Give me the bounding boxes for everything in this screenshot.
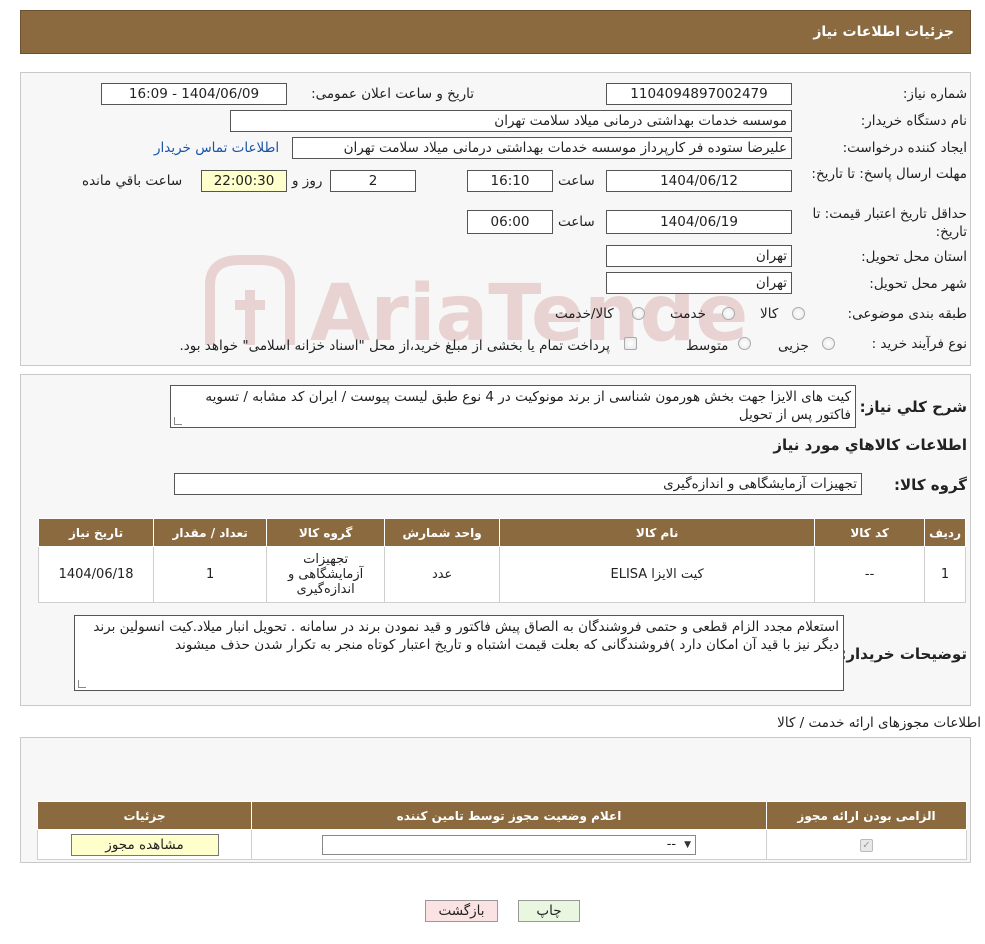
category-both-label: کالا/خدمت — [555, 306, 614, 322]
cell-qty: 1 — [153, 546, 268, 603]
resize-handle-icon[interactable] — [78, 680, 86, 688]
buyer-notes-text: استعلام مجدد الزام قطعی و حتمی فروشندگان… — [93, 619, 839, 653]
goods-group-label: گروه کالا: — [894, 476, 967, 494]
category-service-radio[interactable] — [722, 307, 735, 320]
goods-table-header: رديف کد کالا نام کالا واحد شمارش گروه کا… — [37, 518, 966, 547]
resize-handle-icon[interactable] — [174, 417, 182, 425]
announce-field: 1404/06/09 - 16:09 — [101, 83, 287, 105]
description-label: شرح کلي نياز: — [859, 398, 967, 416]
buyer-notes-textarea: استعلام مجدد الزام قطعی و حتمی فروشندگان… — [74, 615, 844, 691]
province-field: تهران — [606, 245, 792, 267]
chevron-down-icon: ▼ — [684, 839, 691, 850]
permit-status-cell: -- ▼ — [251, 829, 767, 860]
days-label: روز و — [292, 173, 323, 189]
need-number-field: 1104094897002479 — [606, 83, 792, 105]
process-note: پرداخت تمام یا بخشی از مبلغ خرید،از محل … — [179, 338, 610, 354]
page-title: جزئیات اطلاعات نیاز — [813, 24, 954, 40]
permits-table: الزامی بودن ارائه مجوز اعلام وضعیت مجوز … — [37, 801, 967, 860]
description-text: کیت های الایزا جهت بخش هورمون شناسی از ب… — [205, 389, 851, 423]
col-row: رديف — [924, 518, 966, 547]
validity-time-field: 06:00 — [467, 210, 553, 234]
col-name: نام کالا — [499, 518, 816, 547]
col-qty: تعداد / مقدار — [153, 518, 268, 547]
category-service-label: خدمت — [670, 306, 706, 322]
permit-details-cell: مشاهده مجوز — [37, 829, 252, 860]
col-group: گروه کالا — [266, 518, 386, 547]
deadline-label-text: مهلت ارسال پاسخ: تا تاریخ: — [811, 166, 967, 182]
days-field: 2 — [330, 170, 416, 192]
validity-date-field: 1404/06/19 — [606, 210, 792, 234]
process-minor-label: جزیی — [778, 338, 809, 354]
permit-status-select[interactable]: -- ▼ — [322, 834, 696, 855]
cell-row: 1 — [924, 546, 966, 603]
province-label: استان محل تحویل: — [861, 249, 967, 265]
category-label: طبقه بندی موضوعی: — [847, 306, 967, 322]
col-permit-status: اعلام وضعیت مجوز توسط تامین کننده — [251, 801, 767, 830]
buyer-contact-link[interactable]: اطلاعات تماس خریدار — [154, 140, 279, 156]
process-medium-radio[interactable] — [738, 337, 751, 350]
process-minor-radio[interactable] — [822, 337, 835, 350]
cell-date: 1404/06/18 — [37, 546, 155, 603]
table-row: 1 -- کیت الایزا ELISA عدد تجهیزات آزمایش… — [37, 546, 966, 603]
cell-name: کیت الایزا ELISA — [499, 546, 816, 603]
col-permit-details: جزئیات — [37, 801, 252, 830]
buyer-org-field: موسسه خدمات بهداشتی درمانی میلاد سلامت ت… — [230, 110, 792, 132]
requester-label: ایجاد کننده درخواست: — [842, 140, 967, 156]
deadline-time-field: 16:10 — [467, 170, 553, 192]
goods-section-title: اطلاعات کالاهاي مورد نياز — [773, 436, 967, 454]
cell-code: -- — [814, 546, 926, 603]
permits-table-header: الزامی بودن ارائه مجوز اعلام وضعیت مجوز … — [37, 801, 967, 830]
remaining-time-field: 22:00:30 — [201, 170, 287, 192]
process-label: نوع فرآیند خرید : — [871, 336, 967, 352]
goods-group-field: تجهیزات آزمایشگاهی و اندازه‌گیری — [174, 473, 862, 495]
deadline-label: مهلت ارسال پاسخ: تا تاریخ: — [807, 165, 967, 183]
col-code: کد کالا — [814, 518, 926, 547]
city-field: تهران — [606, 272, 792, 294]
category-goods-label: کالا — [760, 306, 779, 322]
buyer-org-label: نام دستگاه خریدار: — [860, 113, 967, 129]
table-row: ✓ -- ▼ مشاهده مجوز — [37, 829, 967, 860]
need-number-label: شماره نیاز: — [902, 86, 967, 102]
treasury-checkbox[interactable] — [624, 337, 637, 350]
cell-group: تجهیزات آزمایشگاهی و اندازه‌گیری — [266, 546, 386, 603]
col-permit-required: الزامی بودن ارائه مجوز — [766, 801, 967, 830]
print-button[interactable]: چاپ — [518, 900, 580, 922]
page-header: جزئیات اطلاعات نیاز — [20, 10, 971, 54]
back-button[interactable]: بازگشت — [425, 900, 498, 922]
col-date: تاريخ نياز — [37, 518, 155, 547]
city-label: شهر محل تحویل: — [869, 276, 967, 292]
permit-required-checkbox: ✓ — [860, 839, 873, 852]
deadline-date-field: 1404/06/12 — [606, 170, 792, 192]
process-medium-label: متوسط — [686, 338, 729, 354]
category-goods-radio[interactable] — [792, 307, 805, 320]
deadline-time-label: ساعت — [558, 173, 595, 189]
validity-label-text: حداقل تاریخ اعتبار قیمت: تا تاریخ: — [812, 206, 967, 240]
permit-required-cell: ✓ — [766, 829, 967, 860]
view-permit-button[interactable]: مشاهده مجوز — [70, 833, 219, 856]
permits-section-title: اطلاعات مجوزهای ارائه خدمت / کالا — [777, 715, 981, 731]
validity-label: حداقل تاریخ اعتبار قیمت: تا تاریخ: — [787, 205, 967, 241]
validity-time-label: ساعت — [558, 214, 595, 230]
announce-label: تاریخ و ساعت اعلان عمومی: — [311, 86, 474, 102]
cell-unit: عدد — [384, 546, 501, 603]
buyer-notes-label: توضیحات خریدار: — [840, 645, 967, 663]
select-value: -- — [666, 837, 677, 852]
category-both-radio[interactable] — [632, 307, 645, 320]
col-unit: واحد شمارش — [384, 518, 501, 547]
goods-table: رديف کد کالا نام کالا واحد شمارش گروه کا… — [37, 518, 966, 603]
requester-field: علیرضا ستوده فر کارپرداز موسسه خدمات بهد… — [292, 137, 792, 159]
description-textarea: کیت های الایزا جهت بخش هورمون شناسی از ب… — [170, 385, 856, 428]
remaining-label: ساعت باقي مانده — [82, 173, 183, 189]
